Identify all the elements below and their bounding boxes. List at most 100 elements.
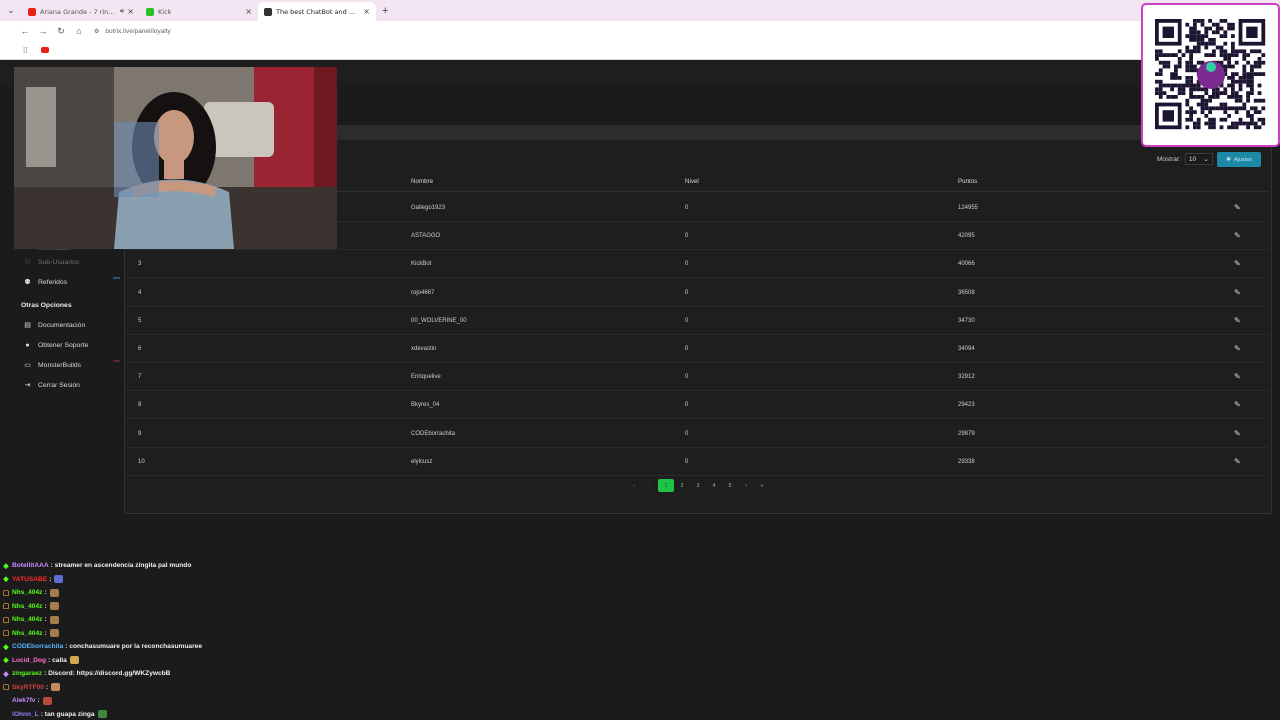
reload-icon[interactable]: ↻ bbox=[52, 26, 70, 37]
chat-username[interactable]: SkyRTF00 bbox=[12, 684, 44, 691]
chat-text: : bbox=[37, 697, 40, 705]
chat-message: ▢ SkyRTF00: bbox=[2, 681, 402, 695]
tab-title: Ariana Grande - 7 rings (Offi bbox=[40, 7, 118, 16]
name-cell: Gallego1923 bbox=[411, 205, 446, 211]
edit-pencil-icon[interactable]: ✎ bbox=[1234, 400, 1241, 409]
address-bar: ← → ↻ ⌂ ⚙ botrix.live/panel/loyalty bbox=[0, 21, 1280, 41]
chat-username[interactable]: BotellitAAA bbox=[12, 562, 49, 569]
forward-icon[interactable]: → bbox=[34, 26, 52, 36]
sidebar-item-cerrar-sesion[interactable]: ⇥ Cerrar Sesión bbox=[14, 375, 124, 395]
points-cell: 29879 bbox=[958, 430, 975, 437]
edit-pencil-icon[interactable]: ✎ bbox=[1234, 372, 1241, 381]
level-cell: 0 bbox=[685, 289, 689, 296]
points-cell: 36508 bbox=[958, 289, 975, 296]
url-field[interactable]: ⚙ botrix.live/panel/loyalty bbox=[94, 28, 171, 35]
badge-icon: ▢ bbox=[2, 616, 10, 624]
page-button-current[interactable]: 1 bbox=[658, 479, 674, 492]
page-size-select[interactable]: 10 ⌄ bbox=[1184, 153, 1213, 165]
name-cell: elylcusz bbox=[411, 458, 433, 465]
chat-message: ▢ Nhs_404z: bbox=[2, 613, 402, 627]
edit-pencil-icon[interactable]: ✎ bbox=[1234, 316, 1241, 325]
close-icon[interactable]: × bbox=[363, 7, 370, 16]
close-icon[interactable]: × bbox=[245, 7, 252, 16]
name-cell: ASTAGGO bbox=[411, 233, 441, 240]
sidebar-item-soporte[interactable]: ● Obtener Soporte bbox=[14, 335, 124, 355]
browser-tab[interactable]: Kick × bbox=[140, 2, 258, 21]
first-page-button[interactable]: « bbox=[626, 479, 642, 492]
tab-title: Kick bbox=[158, 7, 172, 16]
browser-tab-active[interactable]: The best ChatBot and Widgets × bbox=[258, 2, 376, 21]
table-row: 3 KickBot 0 40066 ✎ bbox=[124, 250, 1268, 279]
close-icon[interactable]: × bbox=[127, 7, 134, 16]
beta-badge: beta bbox=[113, 276, 120, 280]
badge-icon: ◆ bbox=[3, 576, 9, 584]
sidebar-item-monsterbuilds[interactable]: ▭ MonsterBuilds new bbox=[14, 355, 124, 375]
webcam-feed-image bbox=[14, 67, 337, 249]
sidebar-item-sub-usuarios[interactable]: ⚇ Sub-Usuarios bbox=[14, 252, 124, 272]
chat-username[interactable]: zingaraez bbox=[12, 670, 42, 677]
page-button[interactable]: 3 bbox=[690, 479, 706, 492]
page-size-value: 10 bbox=[1188, 155, 1197, 163]
chat-text: : bbox=[44, 602, 47, 610]
name-cell: CODEborrachita bbox=[411, 430, 456, 437]
emote-icon bbox=[51, 683, 61, 692]
table-row: 6 xdevastin 0 34094 ✎ bbox=[124, 335, 1268, 363]
browser-tab[interactable]: Ariana Grande - 7 rings (Offi 🔊︎ × bbox=[22, 2, 140, 21]
points-cell: 40066 bbox=[958, 261, 975, 268]
name-cell: rojo4667 bbox=[411, 289, 435, 296]
edit-pencil-icon[interactable]: ✎ bbox=[1234, 203, 1241, 212]
prev-page-button[interactable]: ‹ bbox=[642, 479, 658, 492]
badge-icon: ▢ bbox=[2, 684, 10, 692]
edit-pencil-icon[interactable]: ✎ bbox=[1234, 288, 1241, 297]
new-tab-icon[interactable]: + bbox=[382, 5, 388, 17]
chat-text: : tan guapa zinga bbox=[40, 710, 95, 718]
badge-icon: ◆ bbox=[3, 562, 9, 570]
edit-pencil-icon[interactable]: ✎ bbox=[1234, 344, 1241, 353]
bookmarks-bar: ⁞⁞ bbox=[0, 41, 1280, 60]
chat-username[interactable]: YATUSABE bbox=[12, 576, 47, 583]
chat-username[interactable]: iOhnn_L bbox=[12, 711, 39, 718]
chat-username[interactable]: Nhs_404z bbox=[12, 630, 42, 637]
rank-cell: 5 bbox=[138, 317, 142, 324]
last-page-button[interactable]: » bbox=[754, 479, 770, 492]
apps-grid-icon[interactable]: ⁞⁞ bbox=[23, 46, 27, 55]
chat-username[interactable]: Alek7fv bbox=[12, 697, 35, 704]
tab-search-icon[interactable]: ⌄ bbox=[0, 5, 22, 16]
level-cell: 0 bbox=[685, 402, 689, 409]
settings-button[interactable]: ✱ Ajustes bbox=[1217, 152, 1261, 167]
yape-qr-code bbox=[1141, 3, 1280, 147]
edit-pencil-icon[interactable]: ✎ bbox=[1234, 457, 1241, 466]
edit-pencil-icon[interactable]: ✎ bbox=[1234, 259, 1241, 268]
home-icon[interactable]: ⌂ bbox=[70, 26, 88, 36]
chat-username[interactable]: Nhs_404z bbox=[12, 616, 42, 623]
level-cell: 0 bbox=[685, 233, 689, 240]
points-cell: 124955 bbox=[958, 205, 979, 211]
next-page-button[interactable]: › bbox=[738, 479, 754, 492]
youtube-bookmark-icon[interactable] bbox=[41, 47, 50, 53]
page-button[interactable]: 4 bbox=[706, 479, 722, 492]
site-info-icon[interactable]: ⚙ bbox=[94, 28, 99, 35]
edit-pencil-icon[interactable]: ✎ bbox=[1234, 429, 1241, 438]
chat-text: : bbox=[45, 683, 49, 691]
chat-username[interactable]: Nhs_404z bbox=[12, 603, 42, 610]
chat-username[interactable]: Nhs_404z bbox=[12, 589, 42, 596]
emote-icon bbox=[49, 588, 59, 597]
chat-username[interactable]: Lucid_Dog bbox=[12, 657, 46, 664]
page-button[interactable]: 5 bbox=[722, 479, 738, 492]
laptop-icon: ▭ bbox=[24, 362, 31, 369]
sidebar-item-referidos[interactable]: ⚉ Referidos beta bbox=[14, 272, 124, 292]
points-cell: 34730 bbox=[958, 317, 975, 324]
chat-message: ◆ zingaraez: Discord: https://discord.gg/… bbox=[2, 667, 402, 681]
name-cell: 00_WOLVERINE_00 bbox=[411, 317, 467, 324]
points-cell: 29423 bbox=[958, 402, 975, 409]
back-icon[interactable]: ← bbox=[16, 26, 34, 36]
sidebar-item-documentacion[interactable]: ▤ Documentación bbox=[14, 315, 124, 335]
level-cell: 0 bbox=[685, 458, 689, 465]
chat-username[interactable]: CODEborrachita bbox=[12, 643, 63, 650]
page-button[interactable]: 2 bbox=[674, 479, 690, 492]
level-cell: 0 bbox=[685, 430, 689, 437]
badge-icon: ◆ bbox=[3, 643, 9, 651]
badge-icon: ◆ bbox=[3, 670, 9, 678]
speaker-icon[interactable]: 🔊︎ bbox=[120, 7, 124, 16]
edit-pencil-icon[interactable]: ✎ bbox=[1234, 231, 1241, 240]
